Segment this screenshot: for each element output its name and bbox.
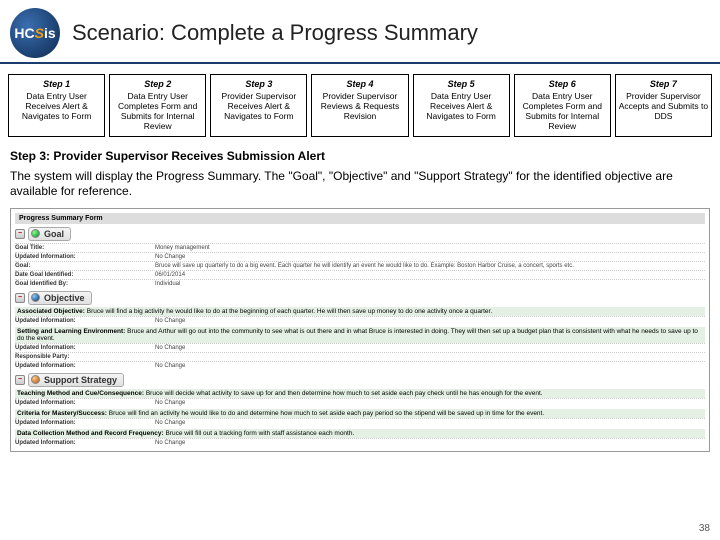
form-row: Updated Information:No Change [15, 361, 705, 370]
step-subtitle: Step 3: Provider Supervisor Receives Sub… [0, 145, 720, 169]
objective-badge: Objective [28, 291, 92, 305]
circle-icon [31, 293, 40, 302]
step-2: Step 2Data Entry User Completes Form and… [109, 74, 206, 137]
goal-header: − Goal [15, 227, 705, 241]
page-number: 38 [699, 523, 710, 534]
form-subsection: Teaching Method and Cue/Consequence: Bru… [15, 389, 705, 398]
circle-icon [31, 375, 40, 384]
step-4: Step 4Provider Supervisor Reviews & Requ… [311, 74, 408, 137]
workflow-steps: Step 1Data Entry User Receives Alert & N… [0, 64, 720, 145]
form-row: Updated Information:No Change [15, 398, 705, 407]
step-7: Step 7Provider Supervisor Accepts and Su… [615, 74, 712, 137]
form-row: Goal:Bruce will save up quarterly to do … [15, 261, 705, 270]
collapse-icon[interactable]: − [15, 293, 25, 303]
form-row: Updated Information:No Change [15, 252, 705, 261]
step-3: Step 3Provider Supervisor Receives Alert… [210, 74, 307, 137]
form-row: Updated Information:No Change [15, 316, 705, 325]
objective-header: − Objective [15, 291, 705, 305]
header: HCSis Scenario: Complete a Progress Summ… [0, 0, 720, 64]
step-5: Step 5Data Entry User Receives Alert & N… [413, 74, 510, 137]
form-subsection: Data Collection Method and Record Freque… [15, 429, 705, 438]
form-row: Updated Information:No Change [15, 438, 705, 447]
form-row: Date Goal Identified:06/01/2014 [15, 270, 705, 279]
goal-badge: Goal [28, 227, 71, 241]
form-row: Updated Information:No Change [15, 418, 705, 427]
form-subsection: Criteria for Mastery/Success: Bruce will… [15, 409, 705, 418]
support-strategy-header: − Support Strategy [15, 373, 705, 387]
page-title: Scenario: Complete a Progress Summary [72, 20, 478, 46]
circle-icon [31, 229, 40, 238]
form-title: Progress Summary Form [15, 213, 705, 224]
form-row: Goal Identified By:Individual [15, 279, 705, 288]
logo-icon: HCSis [10, 8, 60, 58]
step-1: Step 1Data Entry User Receives Alert & N… [8, 74, 105, 137]
form-row: Goal Title:Money management [15, 243, 705, 252]
form-subsection: Associated Objective: Bruce will find a … [15, 307, 705, 316]
form-row: Updated Information:No Change [15, 343, 705, 352]
step-6: Step 6Data Entry User Completes Form and… [514, 74, 611, 137]
support-strategy-badge: Support Strategy [28, 373, 124, 387]
body-text: The system will display the Progress Sum… [0, 169, 720, 208]
collapse-icon[interactable]: − [15, 229, 25, 239]
collapse-icon[interactable]: − [15, 375, 25, 385]
progress-summary-form: Progress Summary Form − Goal Goal Title:… [10, 208, 710, 452]
form-row: Responsible Party: [15, 352, 705, 361]
form-subsection: Setting and Learning Environment: Bruce … [15, 327, 705, 343]
